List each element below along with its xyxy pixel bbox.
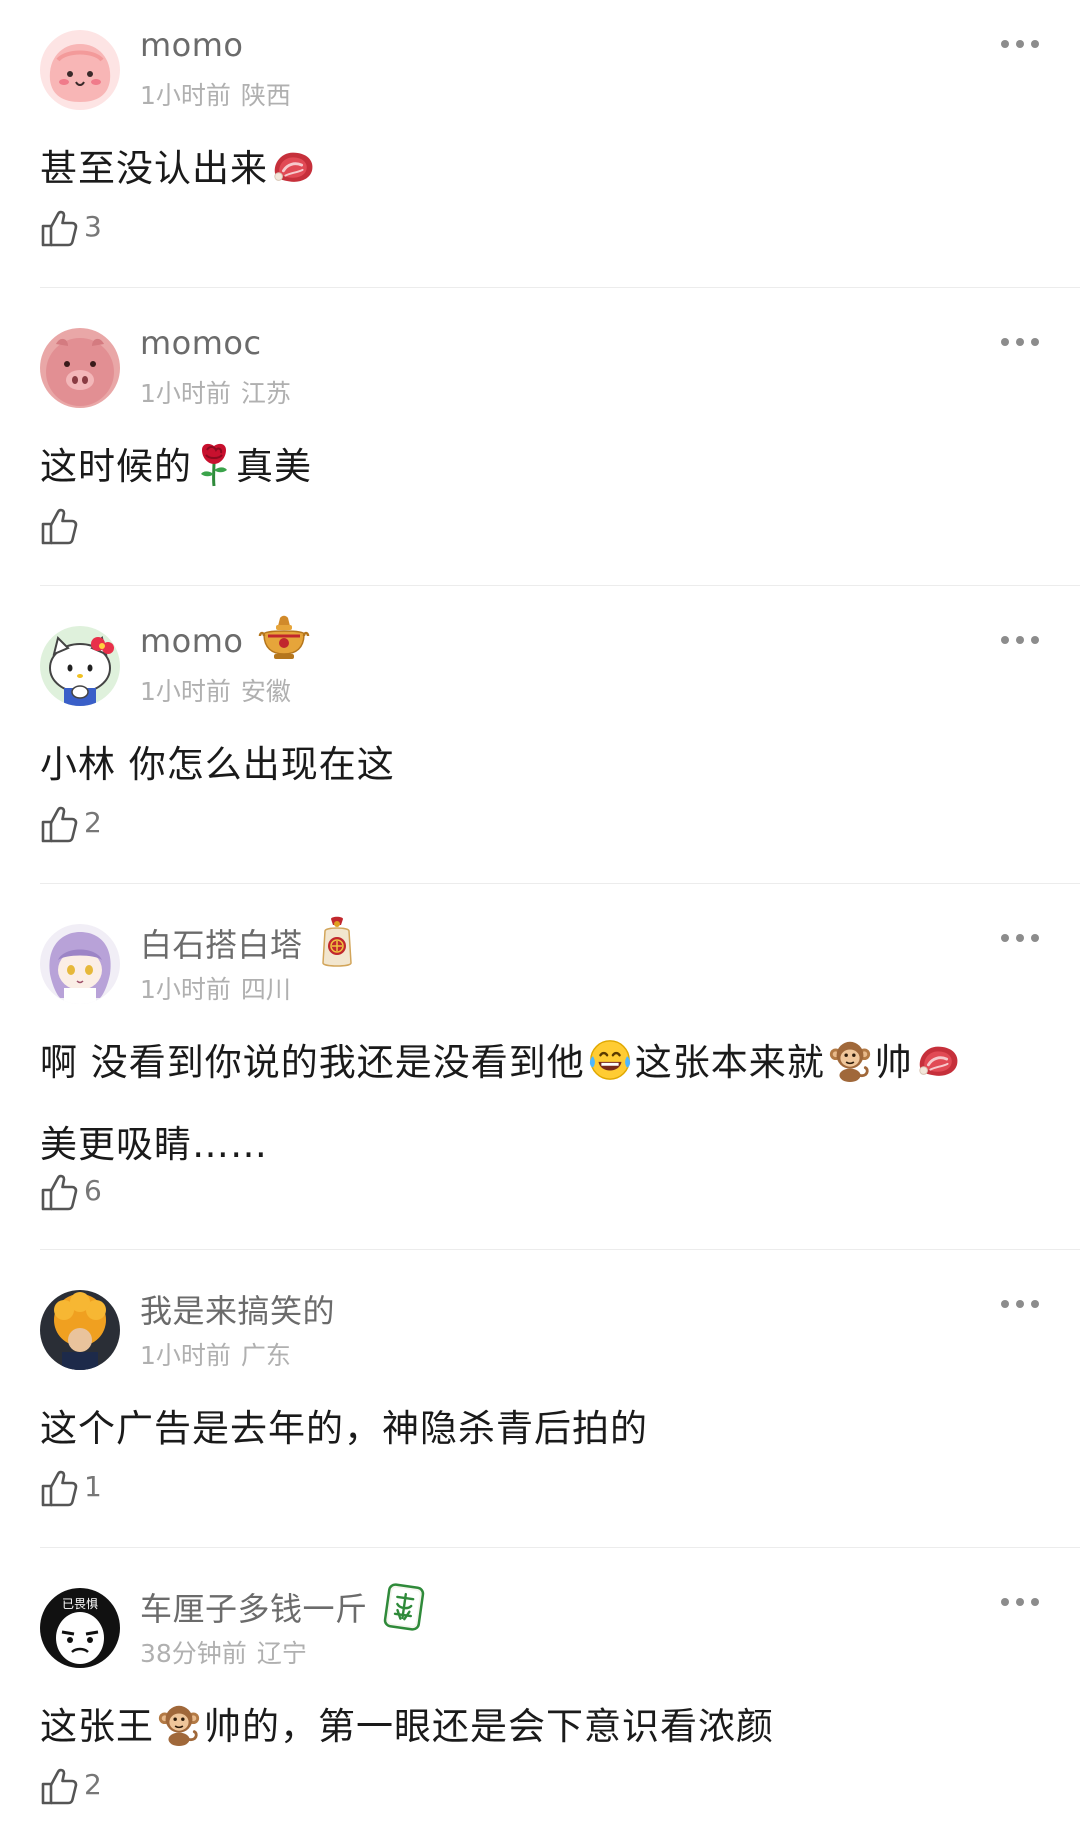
divider bbox=[40, 1249, 1080, 1250]
like-count: 6 bbox=[84, 1174, 102, 1207]
comment-meta: 38分钟前 辽宁 bbox=[140, 1634, 307, 1670]
mahjong-fa-badge-icon bbox=[382, 1581, 426, 1633]
username[interactable]: 我是来搞笑的 bbox=[140, 1286, 335, 1332]
like-button[interactable]: 6 bbox=[40, 1172, 160, 1216]
like-count: 2 bbox=[84, 1768, 102, 1801]
more-dots-icon bbox=[998, 1296, 1042, 1312]
monkey-emoji-icon bbox=[827, 1037, 873, 1083]
comment-item: momo 1小时前 陕西 甚至没认出来 3 bbox=[0, 0, 1080, 298]
thumbs-up-icon bbox=[40, 208, 78, 248]
laugh-cry-emoji-icon bbox=[587, 1037, 633, 1083]
comment-meta: 1小时前 四川 bbox=[140, 970, 291, 1006]
comment-location: 陕西 bbox=[240, 81, 291, 110]
thumbs-up-icon bbox=[40, 804, 78, 844]
more-dots-icon bbox=[998, 334, 1042, 350]
comment-location: 辽宁 bbox=[256, 1639, 307, 1668]
comment-text: 这时候的 真美 bbox=[40, 426, 1050, 508]
divider bbox=[40, 287, 1080, 288]
comment-location: 四川 bbox=[240, 975, 291, 1004]
avatar[interactable] bbox=[40, 1290, 120, 1370]
like-count: 3 bbox=[84, 210, 102, 243]
more-options-button[interactable] bbox=[998, 930, 1042, 946]
more-options-button[interactable] bbox=[998, 1296, 1042, 1312]
username[interactable]: momo bbox=[140, 622, 310, 664]
comment-meta: 1小时前 陕西 bbox=[140, 76, 291, 112]
like-count: 1 bbox=[84, 1470, 102, 1503]
like-button[interactable]: 2 bbox=[40, 1766, 160, 1810]
comment-meta: 1小时前 江苏 bbox=[140, 374, 291, 410]
hello-kitty-avatar-icon bbox=[40, 626, 120, 706]
comment-text: 啊 没看到你说的我还是没看到他 这张本来就帅美更吸睛…… bbox=[40, 1022, 1050, 1186]
pink-blob-avatar-icon bbox=[40, 30, 120, 110]
comment-meta: 1小时前 安徽 bbox=[140, 672, 291, 708]
more-options-button[interactable] bbox=[998, 632, 1042, 648]
avatar-caption: 已畏惧 bbox=[62, 1596, 98, 1611]
comment-time: 1小时前 bbox=[140, 379, 231, 408]
anime-girl-avatar-icon bbox=[40, 924, 120, 1004]
comment-time: 1小时前 bbox=[140, 1341, 231, 1370]
monkey-emoji-icon bbox=[156, 1701, 202, 1747]
comment-time: 1小时前 bbox=[140, 975, 231, 1004]
avatar[interactable] bbox=[40, 328, 120, 408]
comment-text: 小林 你怎么出现在这 bbox=[40, 743, 395, 786]
rose-emoji-icon bbox=[194, 440, 234, 488]
comment-time: 1小时前 bbox=[140, 81, 231, 110]
like-button[interactable]: 3 bbox=[40, 208, 160, 252]
avatar[interactable] bbox=[40, 924, 120, 1004]
thumbs-up-icon bbox=[40, 1172, 78, 1212]
comment-item: 已畏惧 车厘子多钱一斤 38分钟前 辽宁 这张王 帅的，第一眼还是会下意识看浓颜 2 bbox=[0, 1558, 1080, 1837]
like-button[interactable]: 2 bbox=[40, 804, 160, 848]
thumbs-up-icon bbox=[40, 1468, 78, 1508]
more-dots-icon bbox=[998, 930, 1042, 946]
comment-item: 我是来搞笑的 1小时前 广东 这个广告是去年的，神隐杀青后拍的 1 bbox=[0, 1260, 1080, 1558]
comment-location: 安徽 bbox=[240, 677, 291, 706]
comment-item: momo 1小时前 安徽 小林 你怎么出现在这 2 bbox=[0, 596, 1080, 894]
more-options-button[interactable] bbox=[998, 334, 1042, 350]
steak-emoji-icon bbox=[270, 146, 316, 186]
divider bbox=[40, 883, 1080, 884]
more-options-button[interactable] bbox=[998, 1594, 1042, 1610]
username[interactable]: 白石搭白塔 bbox=[140, 920, 357, 971]
comment-text: 这张王 帅的，第一眼还是会下意识看浓颜 bbox=[40, 1686, 1050, 1768]
like-count: 2 bbox=[84, 806, 102, 839]
orange-hair-avatar-icon bbox=[40, 1290, 120, 1370]
hotpot-badge-icon bbox=[258, 614, 310, 664]
steak-emoji-icon bbox=[915, 1040, 961, 1080]
avatar[interactable] bbox=[40, 30, 120, 110]
divider bbox=[40, 585, 1080, 586]
username[interactable]: momoc bbox=[140, 324, 262, 362]
comment-text: 这个广告是去年的，神隐杀青后拍的 bbox=[40, 1407, 648, 1450]
comment-meta: 1小时前 广东 bbox=[140, 1336, 291, 1372]
like-button[interactable]: 1 bbox=[40, 1468, 160, 1512]
comment-item: momoc 1小时前 江苏 这时候的 真美 bbox=[0, 298, 1080, 596]
comment-time: 38分钟前 bbox=[140, 1639, 247, 1668]
lucky-bag-badge-icon bbox=[317, 915, 357, 971]
more-dots-icon bbox=[998, 632, 1042, 648]
meme-face-avatar-icon: 已畏惧 bbox=[40, 1588, 120, 1668]
comment-time: 1小时前 bbox=[140, 677, 231, 706]
comment-item: 白石搭白塔 1小时前 四川 啊 没看到你说的我还是没看到他 这张本来就帅美更吸睛……… bbox=[0, 894, 1080, 1260]
more-dots-icon bbox=[998, 36, 1042, 52]
avatar[interactable] bbox=[40, 626, 120, 706]
divider bbox=[40, 1547, 1080, 1548]
thumbs-up-icon bbox=[40, 506, 78, 546]
thumbs-up-icon bbox=[40, 1766, 78, 1806]
like-button[interactable] bbox=[40, 506, 160, 550]
comment-location: 广东 bbox=[240, 1341, 291, 1370]
comment-location: 江苏 bbox=[240, 379, 291, 408]
username[interactable]: 车厘子多钱一斤 bbox=[140, 1584, 426, 1633]
avatar[interactable]: 已畏惧 bbox=[40, 1588, 120, 1668]
username[interactable]: momo bbox=[140, 26, 244, 64]
more-options-button[interactable] bbox=[998, 36, 1042, 52]
comment-text: 甚至没认出来 bbox=[40, 128, 1050, 210]
more-dots-icon bbox=[998, 1594, 1042, 1610]
pink-pig-avatar-icon bbox=[40, 328, 120, 408]
